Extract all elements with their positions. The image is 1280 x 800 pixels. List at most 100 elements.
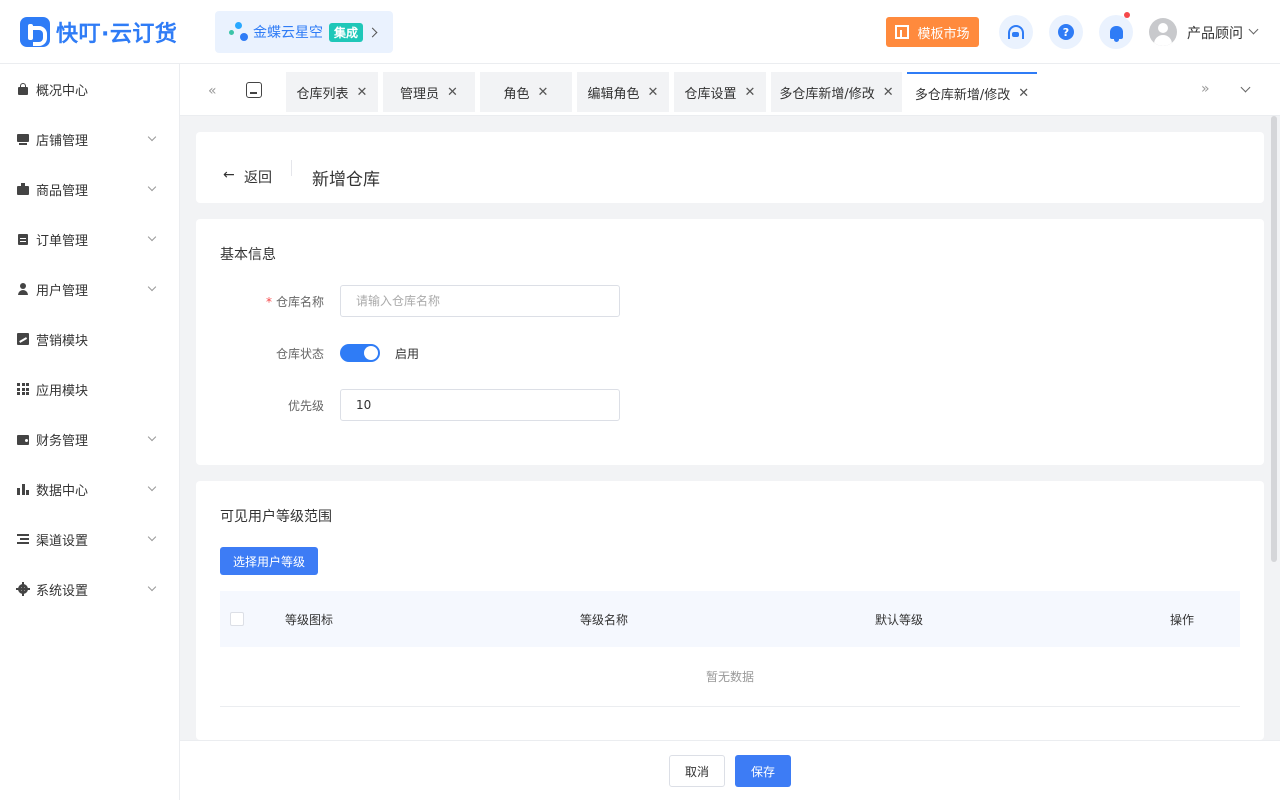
trend-chart-icon (17, 333, 29, 345)
user-name[interactable]: 产品顾问 (1187, 23, 1243, 43)
sidebar-item-label: 数据中心 (36, 483, 89, 499)
kingdee-integration-banner[interactable]: 金蝶云星空 集成 (215, 11, 393, 53)
app-logo[interactable]: 快叮·云订货 (20, 17, 177, 47)
footer-action-bar: 取消 保存 (180, 740, 1280, 800)
briefcase-icon (17, 183, 29, 195)
warehouse-status-toggle[interactable] (340, 344, 380, 362)
help-icon: ? (1058, 24, 1074, 40)
priority-label: 优先级 (287, 399, 324, 413)
help-button[interactable]: ? (1049, 15, 1083, 49)
tabs-scroll-right-icon[interactable]: » (1201, 81, 1210, 97)
tab-label: 多仓库新增/修改 (914, 87, 1011, 103)
customer-service-button[interactable] (999, 15, 1033, 49)
warehouse-name-label-text: 仓库名称 (275, 295, 324, 309)
page-header-card: ← 返回 新增仓库 (196, 132, 1264, 203)
sidebar-item-users[interactable]: 用户管理 (0, 264, 179, 314)
chevron-down-icon (147, 132, 157, 142)
arrow-left-icon[interactable]: ← (223, 167, 235, 183)
sidebar-item-label: 订单管理 (36, 233, 89, 249)
grid-icon (17, 383, 29, 395)
tab-label: 管理员 (400, 86, 440, 102)
shop-icon (17, 133, 29, 145)
notification-dot (1124, 12, 1130, 18)
column-header: 默认等级 (875, 613, 924, 627)
sidebar-item-label: 财务管理 (36, 433, 89, 449)
warehouse-status-text: 启用 (395, 347, 420, 361)
sidebar-item-shop[interactable]: 店铺管理 (0, 114, 179, 164)
warehouse-status-label: 仓库状态 (275, 347, 324, 361)
save-button[interactable]: 保存 (735, 755, 791, 787)
chevron-down-icon[interactable] (1248, 24, 1259, 35)
sidebar-item-channel-settings[interactable]: 渠道设置 (0, 514, 179, 564)
chevron-down-icon (147, 282, 157, 292)
close-icon[interactable]: ✕ (357, 85, 368, 100)
close-icon[interactable]: ✕ (1018, 86, 1029, 101)
tabs-scroll-left-icon[interactable]: « (208, 83, 217, 99)
tab-roles[interactable]: 角色 ✕ (480, 72, 572, 112)
template-market-label: 模板市场 (917, 26, 970, 42)
empty-state: 暂无数据 (220, 647, 1240, 707)
template-icon (895, 25, 910, 39)
close-icon[interactable]: ✕ (538, 85, 549, 100)
sidebar-item-overview[interactable]: 概况中心 (0, 64, 179, 114)
template-market-button[interactable]: 模板市场 (886, 17, 979, 47)
sidebar-item-label: 应用模块 (36, 383, 89, 399)
title-divider (291, 160, 292, 176)
sidebar-item-label: 概况中心 (36, 83, 89, 99)
select-user-level-button[interactable]: 选择用户等级 (220, 547, 318, 575)
select-all-checkbox[interactable] (230, 612, 244, 626)
sidebar-item-finance[interactable]: 财务管理 (0, 414, 179, 464)
back-link[interactable]: 返回 (244, 167, 272, 187)
column-header: 操作 (1170, 613, 1195, 627)
warehouse-name-input[interactable] (340, 285, 620, 317)
chevron-down-icon[interactable] (1240, 82, 1251, 93)
logo-text: 快叮·云订货 (56, 22, 178, 47)
close-icon[interactable]: ✕ (648, 85, 659, 100)
tab-edit-role[interactable]: 编辑角色 ✕ (577, 72, 669, 112)
cancel-button[interactable]: 取消 (669, 755, 725, 787)
tab-multi-warehouse-edit[interactable]: 多仓库新增/修改 ✕ (771, 72, 902, 112)
close-icon[interactable]: ✕ (447, 85, 458, 100)
section-title: 可见用户等级范围 (220, 509, 332, 525)
priority-input[interactable] (340, 389, 620, 421)
tab-admins[interactable]: 管理员 ✕ (383, 72, 475, 112)
table-header: 等级图标 等级名称 默认等级 操作 (220, 591, 1240, 647)
list-settings-icon (17, 533, 29, 545)
gear-icon (16, 582, 30, 596)
integration-badge: 集成 (329, 22, 364, 42)
tab-label: 仓库设置 (684, 86, 737, 102)
sidebar-item-data-center[interactable]: 数据中心 (0, 464, 179, 514)
tab-warehouse-list[interactable]: 仓库列表 ✕ (286, 72, 378, 112)
home-tab-icon[interactable] (246, 82, 262, 98)
sidebar-item-apps[interactable]: 应用模块 (0, 364, 179, 414)
chevron-down-icon (147, 432, 157, 442)
notification-button[interactable] (1099, 12, 1133, 49)
chevron-down-icon (147, 182, 157, 192)
logo-icon (20, 17, 50, 47)
sidebar-item-system-settings[interactable]: 系统设置 (0, 564, 179, 614)
sidebar-item-label: 用户管理 (36, 283, 89, 299)
avatar[interactable] (1149, 18, 1177, 46)
page-title: 新增仓库 (312, 170, 380, 190)
sidebar-item-label: 商品管理 (36, 183, 89, 199)
close-icon[interactable]: ✕ (883, 85, 894, 100)
tab-multi-warehouse-edit-active[interactable]: 多仓库新增/修改 ✕ (907, 72, 1037, 112)
scrollbar[interactable] (1271, 116, 1277, 562)
sidebar-item-marketing[interactable]: 营销模块 (0, 314, 179, 364)
sidebar-item-label: 系统设置 (36, 583, 89, 599)
required-mark: * (265, 295, 272, 309)
tab-label: 角色 (503, 86, 530, 102)
sidebar-item-label: 营销模块 (36, 333, 89, 349)
sidebar-item-orders[interactable]: 订单管理 (0, 214, 179, 264)
close-icon[interactable]: ✕ (745, 85, 756, 100)
tab-label: 编辑角色 (587, 86, 640, 102)
sidebar: 概况中心 店铺管理 商品管理 订单管理 用户管理 营销模块 应用模块 财务管理 (0, 64, 180, 800)
tab-label: 多仓库新增/修改 (779, 86, 875, 102)
tab-warehouse-settings[interactable]: 仓库设置 ✕ (674, 72, 766, 112)
chevron-down-icon (147, 532, 157, 542)
chevron-down-icon (147, 582, 157, 592)
column-header: 等级名称 (580, 613, 629, 627)
sidebar-item-products[interactable]: 商品管理 (0, 164, 179, 214)
home-lock-icon (17, 83, 29, 95)
user-icon (17, 283, 29, 295)
